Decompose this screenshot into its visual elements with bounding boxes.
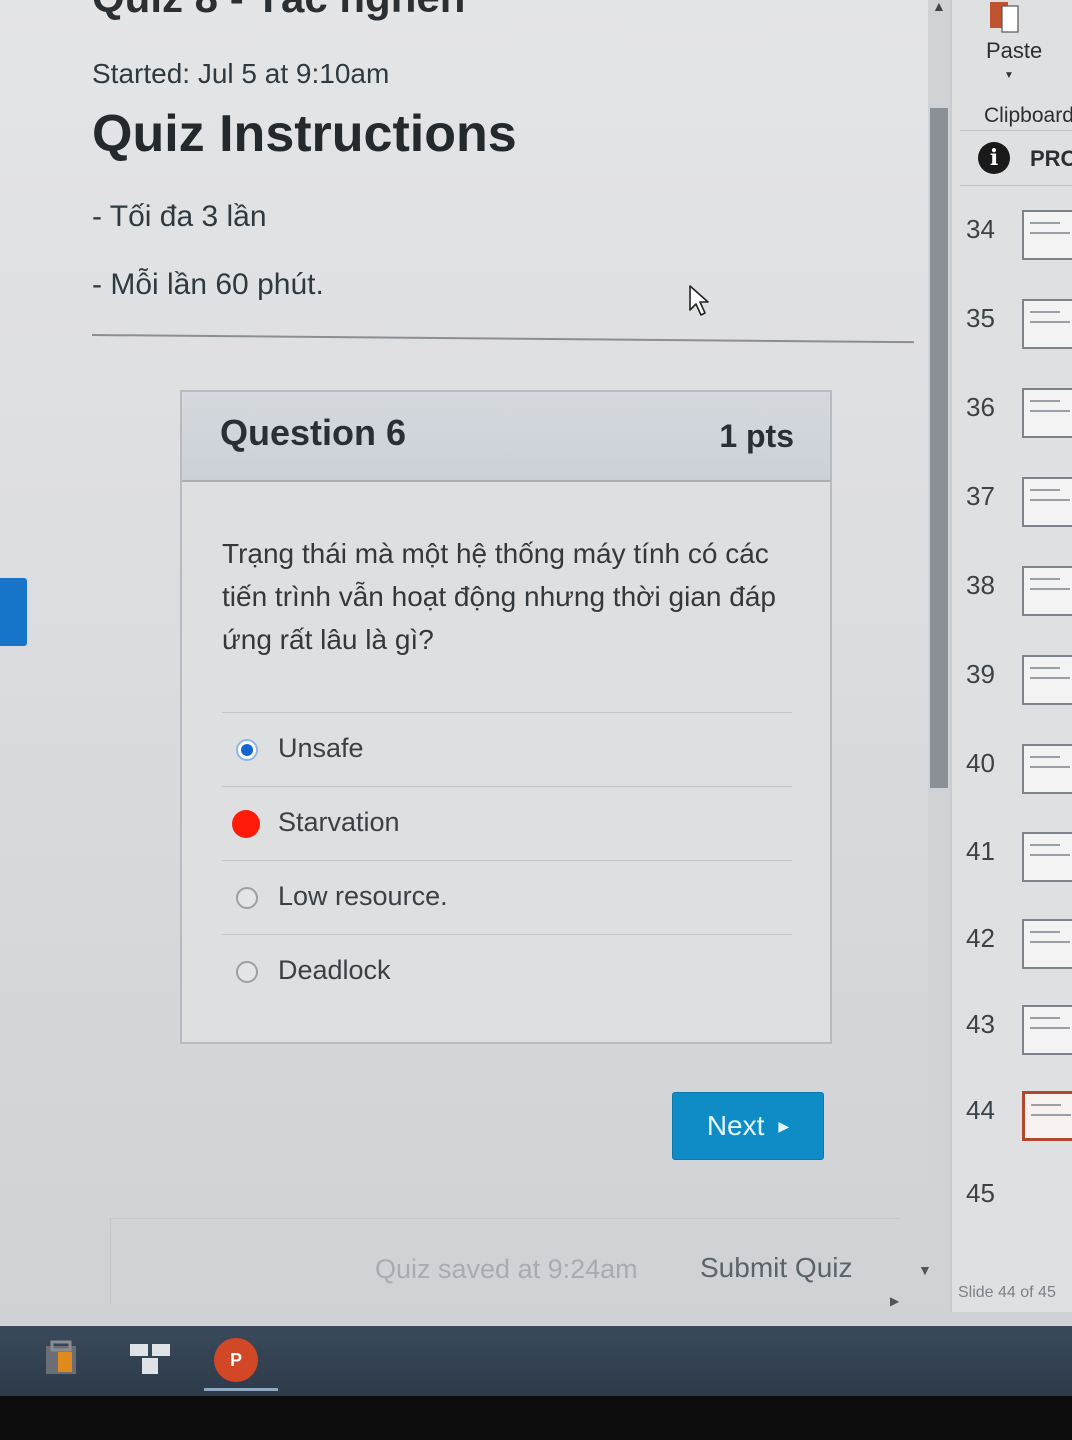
slide-preview[interactable] xyxy=(1022,299,1072,349)
slide-number: 44 xyxy=(966,1095,995,1125)
slide-preview[interactable] xyxy=(1022,477,1072,527)
slide-preview[interactable] xyxy=(1022,210,1072,260)
pro-label: PRO xyxy=(1030,146,1072,171)
next-button[interactable]: Next ▶ xyxy=(672,1092,824,1160)
question-number: Question 6 xyxy=(220,412,407,453)
monitor-bezel xyxy=(0,1396,1072,1440)
slide-number: 36 xyxy=(966,392,995,422)
red-dot-mark xyxy=(232,810,260,838)
answer-option[interactable]: Low resource. xyxy=(222,860,792,934)
slide-thumbnail-selected[interactable]: 44 xyxy=(952,1087,1072,1175)
active-app-indicator xyxy=(204,1388,278,1391)
slide-thumbnail[interactable]: 39 xyxy=(952,651,1072,739)
answer-label: Low resource. xyxy=(278,881,448,911)
paste-dropdown-icon[interactable]: ▼ xyxy=(1004,70,1014,81)
scrollbar-thumb[interactable] xyxy=(930,108,948,788)
scroll-up-arrow-icon[interactable]: ▲ xyxy=(932,0,946,14)
scroll-right-arrow-icon[interactable]: ▶ xyxy=(890,1294,899,1308)
caret-right-icon: ▶ xyxy=(778,1117,790,1134)
answer-label: Starvation xyxy=(278,807,400,837)
slide-number: 42 xyxy=(966,923,995,953)
slide-number: 39 xyxy=(966,659,995,689)
answer-label: Unsafe xyxy=(278,733,364,763)
answer-list: Unsafe Starvation Low resource. Deadlock xyxy=(222,712,792,1008)
slide-thumbnail[interactable]: 38 xyxy=(952,562,1072,650)
mouse-pointer-icon xyxy=(689,285,709,316)
quiz-title: Quiz 8 - Tắc nghẽn xyxy=(92,0,465,22)
answer-option[interactable]: Deadlock xyxy=(222,934,792,1008)
paste-button[interactable]: Paste xyxy=(986,38,1042,64)
submit-quiz-button[interactable]: Submit Quiz xyxy=(700,1252,853,1284)
slide-thumbnail[interactable]: 34 xyxy=(952,206,1072,294)
question-header: Question 6 1 pts xyxy=(182,392,830,482)
powerpoint-app-icon[interactable]: P xyxy=(214,1338,258,1382)
question-card: Question 6 1 pts Trạng thái mà một hệ th… xyxy=(180,390,832,1044)
slide-preview[interactable] xyxy=(1022,1005,1072,1055)
radio-icon[interactable] xyxy=(236,961,258,983)
slide-thumbnail[interactable]: 40 xyxy=(952,740,1072,828)
screen: Quiz 8 - Tắc nghẽn Started: Jul 5 at 9:1… xyxy=(0,0,1072,1330)
answer-option[interactable]: Unsafe xyxy=(222,712,792,786)
taskbar: P xyxy=(0,1326,1072,1396)
slide-preview[interactable] xyxy=(1022,919,1072,969)
slide-preview[interactable] xyxy=(1022,566,1072,616)
slide-thumbnail[interactable]: 43 xyxy=(952,1001,1072,1089)
slide-thumbnail[interactable]: 35 xyxy=(952,295,1072,383)
quiz-pane: Quiz 8 - Tắc nghẽn Started: Jul 5 at 9:1… xyxy=(0,0,928,1310)
side-tab[interactable] xyxy=(0,578,27,646)
slide-preview[interactable] xyxy=(1022,388,1072,438)
slide-number: 40 xyxy=(966,748,995,778)
slide-preview[interactable] xyxy=(1022,832,1072,882)
slide-thumbnail[interactable]: 41 xyxy=(952,828,1072,916)
slide-number: 41 xyxy=(966,836,995,866)
slide-thumbnail[interactable]: 42 xyxy=(952,915,1072,1003)
info-icon: i xyxy=(978,142,1010,174)
slide-preview[interactable] xyxy=(1022,1091,1072,1141)
answer-label: Deadlock xyxy=(278,955,391,985)
slide-preview[interactable] xyxy=(1022,655,1072,705)
question-text: Trạng thái mà một hệ thống máy tính có c… xyxy=(222,538,776,655)
slide-number: 43 xyxy=(966,1009,995,1039)
slide-number: 38 xyxy=(966,570,995,600)
instruction-line: - Mỗi lần 60 phút. xyxy=(92,268,324,301)
instructions-heading: Quiz Instructions xyxy=(92,105,517,163)
slide-thumbnail[interactable]: 45 xyxy=(952,1170,1072,1258)
answer-option[interactable]: Starvation xyxy=(222,786,792,860)
divider xyxy=(91,334,914,344)
clipboard-group-label: Clipboard xyxy=(984,104,1072,127)
slide-preview[interactable] xyxy=(1022,744,1072,794)
slide-number: 45 xyxy=(966,1178,995,1208)
slide-thumbnail[interactable]: 37 xyxy=(952,473,1072,561)
slide-number: 35 xyxy=(966,303,995,333)
store-icon[interactable] xyxy=(40,1338,84,1378)
slide-number: 34 xyxy=(966,214,995,244)
scroll-down-arrow-icon[interactable]: ▼ xyxy=(918,1262,932,1278)
radio-icon[interactable] xyxy=(236,887,258,909)
paste-icon[interactable] xyxy=(990,0,1020,34)
slide-thumbnail[interactable]: 36 xyxy=(952,384,1072,472)
instruction-line: - Tối đa 3 lần xyxy=(92,200,267,233)
tiles-app-icon[interactable] xyxy=(128,1338,172,1378)
quiz-started-time: Started: Jul 5 at 9:10am xyxy=(92,58,390,89)
radio-selected-icon[interactable] xyxy=(236,739,258,761)
powerpoint-panel: Paste ▼ Clipboard i PRO 34 35 36 37 38 3… xyxy=(950,0,1072,1312)
slide-number: 37 xyxy=(966,481,995,511)
next-label: Next xyxy=(706,1110,765,1141)
quiz-saved-status: Quiz saved at 9:24am xyxy=(375,1254,638,1284)
question-points: 1 pts xyxy=(719,418,794,454)
slide-status: Slide 44 of 45 xyxy=(958,1284,1056,1301)
